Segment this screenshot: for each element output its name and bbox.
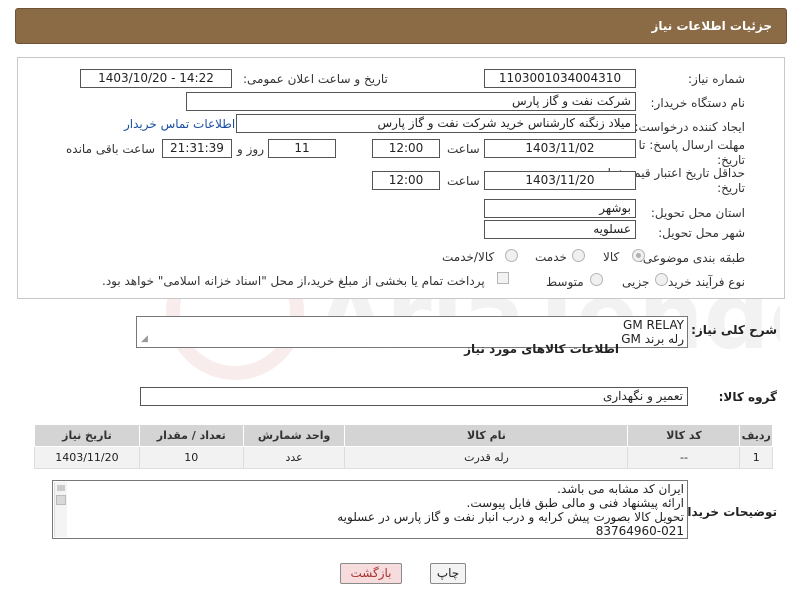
goods-group-label: گروه کالا:	[718, 390, 777, 404]
col-unit: واحد شمارش	[242, 424, 346, 447]
buyer-note-line-1: ایران کد مشابه می باشد.	[557, 482, 684, 496]
buyer-org-label: نام دستگاه خریدار:	[650, 96, 746, 110]
price-validity-date-field: 1403/11/20	[484, 171, 636, 190]
buyer-notes-textarea[interactable]: ایران کد مشابه می باشد. ارائه پیشنهاد فن…	[52, 480, 688, 539]
city-field: عسلویه	[484, 220, 636, 239]
scroll-up-icon[interactable]	[57, 485, 65, 491]
notes-scrollbar[interactable]	[54, 482, 67, 537]
reply-deadline-label-2: تاریخ:	[717, 153, 745, 167]
category-service-label: خدمت	[535, 250, 567, 264]
price-validity-time-field: 12:00	[372, 171, 440, 190]
print-button[interactable]: چاپ	[430, 563, 466, 584]
reply-date-field: 1403/11/02	[484, 139, 636, 158]
cell-qty: 10	[138, 446, 244, 469]
col-row: ردیف	[739, 424, 773, 447]
price-validity-time-label: ساعت	[447, 174, 480, 188]
treasury-bonds-note: پرداخت تمام یا بخشی از مبلغ خرید،از محل …	[102, 274, 485, 288]
process-medium-label: متوسط	[546, 275, 584, 289]
table-row: 1 -- رله قدرت عدد 10 1403/11/20	[34, 446, 773, 469]
description-label: شرح کلی نیاز:	[691, 323, 777, 337]
cell-unit: عدد	[242, 446, 346, 469]
buyer-org-field: شرکت نفت و گاز پارس	[186, 92, 636, 111]
scroll-thumb[interactable]	[56, 495, 66, 505]
process-partial-radio[interactable]	[655, 273, 668, 286]
time-remaining-label: ساعت باقی مانده	[66, 142, 156, 156]
category-label: طبقه بندی موضوعی:	[638, 251, 745, 265]
province-field: بوشهر	[484, 199, 636, 218]
cell-need-date: 1403/11/20	[34, 446, 140, 469]
price-validity-label-2: تاریخ:	[717, 181, 745, 195]
announce-datetime-label: تاریخ و ساعت اعلان عمومی:	[243, 72, 388, 86]
description-line-1: GM RELAY	[623, 318, 684, 332]
buyer-notes-label: توضیحات خریدار:	[675, 505, 777, 519]
need-number-label: شماره نیاز:	[688, 72, 745, 86]
category-goods-service-radio[interactable]	[505, 249, 518, 262]
announce-datetime-field: 1403/10/20 - 14:22	[80, 69, 232, 88]
buyer-note-line-4: 83764960-021	[595, 524, 684, 538]
goods-table-header: ردیف کد کالا نام کالا واحد شمارش تعداد /…	[34, 424, 773, 447]
goods-info-title: اطلاعات کالاهای مورد نیاز	[464, 342, 619, 356]
category-goods-label: کالا	[603, 250, 620, 264]
category-goods-radio[interactable]	[632, 249, 645, 262]
city-label: شهر محل تحویل:	[658, 226, 745, 240]
time-remaining-field: 21:31:39	[162, 139, 232, 158]
col-name: نام کالا	[344, 424, 629, 447]
category-goods-service-label: کالا/خدمت	[442, 250, 495, 264]
treasury-bonds-checkbox[interactable]	[497, 272, 509, 284]
resize-grip-icon[interactable]: ◢	[141, 332, 148, 346]
process-type-label: نوع فرآیند خرید :	[660, 275, 745, 289]
province-label: استان محل تحویل:	[650, 206, 745, 220]
cell-row: 1	[739, 446, 773, 469]
need-number-field: 1103001034004310	[484, 69, 636, 88]
page-title: جزئیات اطلاعات نیاز	[651, 19, 772, 33]
buyer-contact-link[interactable]: اطلاعات تماس خریدار	[124, 117, 235, 131]
col-code: کد کالا	[627, 424, 741, 447]
goods-table: ردیف کد کالا نام کالا واحد شمارش تعداد /…	[34, 424, 773, 469]
process-partial-label: جزیی	[622, 275, 650, 289]
days-remaining-field: 11	[268, 139, 336, 158]
reply-deadline-label: مهلت ارسال پاسخ: تا	[638, 138, 745, 152]
days-label: روز و	[237, 142, 264, 156]
requester-label: ایجاد کننده درخواست:	[634, 120, 745, 134]
col-need-date: تاریخ نیاز	[34, 424, 140, 447]
cell-name: رله قدرت	[344, 446, 629, 469]
back-button[interactable]: بازگشت	[340, 563, 402, 584]
goods-group-field: تعمیر و نگهداری	[140, 387, 688, 406]
category-service-radio[interactable]	[572, 249, 585, 262]
cell-code: --	[627, 446, 741, 469]
reply-time-field: 12:00	[372, 139, 440, 158]
buyer-note-line-2: ارائه پیشنهاد فنی و مالی طبق فایل پیوست.	[466, 496, 684, 510]
buyer-note-line-3: تحویل کالا بصورت پیش کرایه و درب انبار ن…	[337, 510, 684, 524]
process-medium-radio[interactable]	[590, 273, 603, 286]
page-header: جزئیات اطلاعات نیاز	[15, 8, 787, 44]
col-qty: تعداد / مقدار	[138, 424, 244, 447]
reply-time-label: ساعت	[447, 142, 480, 156]
requester-field: میلاد زنگنه کارشناس خرید شرکت نفت و گاز …	[236, 114, 636, 133]
